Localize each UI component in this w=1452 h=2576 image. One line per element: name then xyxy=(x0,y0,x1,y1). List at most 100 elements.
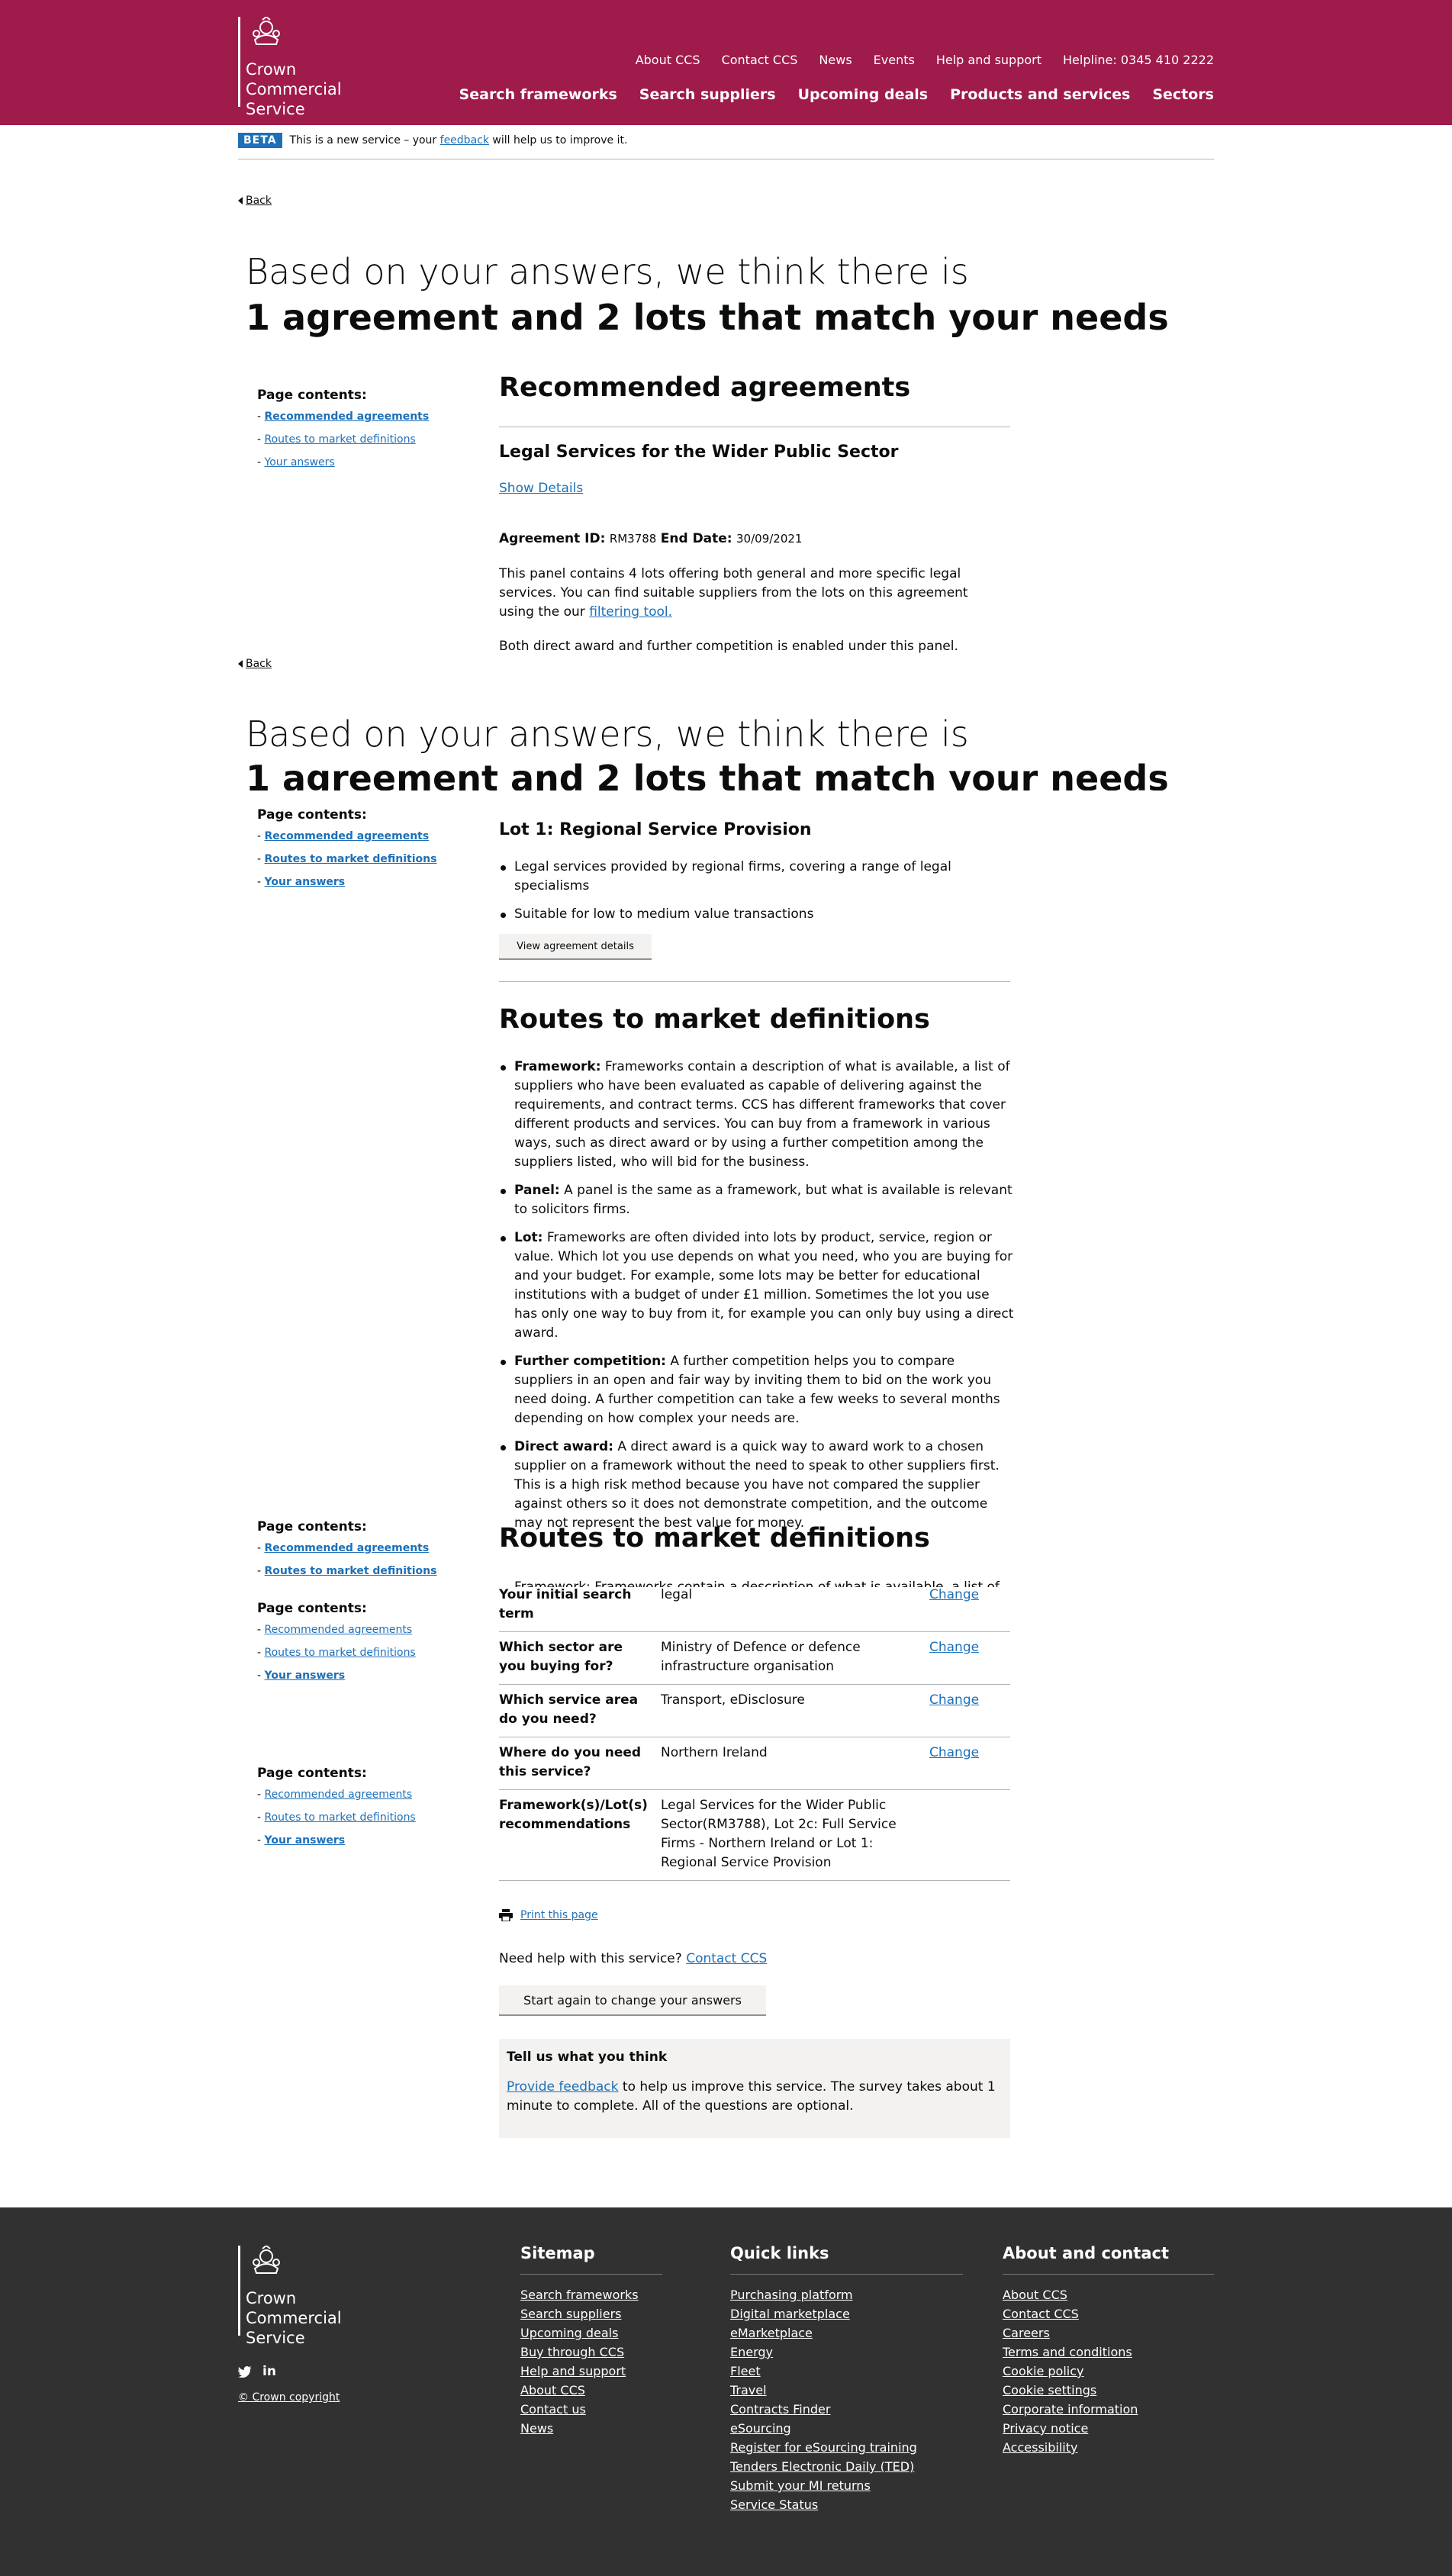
top-nav: About CCS Contact CCS News Events Help a… xyxy=(636,53,1214,67)
footer-link[interactable]: News xyxy=(520,2421,553,2436)
help-text: Need help with this service? Contact CCS xyxy=(499,1950,1003,1969)
change-link[interactable]: Change xyxy=(929,1745,979,1760)
start-again-button[interactable]: Start again to change your answers xyxy=(499,1985,766,2016)
footer-link[interactable]: eSourcing xyxy=(730,2421,791,2436)
footer-link[interactable]: Search suppliers xyxy=(520,2307,622,2321)
change-link[interactable]: Change xyxy=(929,1692,979,1708)
footer-link[interactable]: Register for eSourcing training xyxy=(730,2440,917,2455)
nav-upcoming-deals[interactable]: Upcoming deals xyxy=(798,86,929,103)
back-arrow-icon xyxy=(238,197,243,204)
page-contents-routes-link[interactable]: Routes to market definitions xyxy=(265,1565,437,1577)
route-item-panel: Panel: A panel is the same as a framewor… xyxy=(499,1181,1015,1219)
end-date-label: End Date: xyxy=(660,531,732,546)
site-header: Crown Commercial Service About CCS Conta… xyxy=(0,0,1452,125)
top-nav-contact[interactable]: Contact CCS xyxy=(722,53,798,67)
footer-link[interactable]: Corporate information xyxy=(1003,2402,1138,2417)
footer-link[interactable]: Energy xyxy=(730,2345,773,2359)
page-contents: Page contents: - Recommended agreements … xyxy=(257,1517,436,1583)
footer-link[interactable]: Search frameworks xyxy=(520,2288,639,2302)
page-contents-answers-link[interactable]: Your answers xyxy=(265,876,346,888)
footer-link[interactable]: Tenders Electronic Daily (TED) xyxy=(730,2459,914,2474)
footer-link[interactable]: Buy through CCS xyxy=(520,2345,624,2359)
hero-line-1: Based on your answers, we think there is xyxy=(246,251,969,292)
footer-link[interactable]: About CCS xyxy=(1003,2288,1067,2302)
page-contents-routes-link[interactable]: Routes to market definitions xyxy=(265,853,437,865)
footer-link[interactable]: Contact CCS xyxy=(1003,2307,1079,2321)
footer-link[interactable]: Digital marketplace xyxy=(730,2307,850,2321)
footer-link[interactable]: Fleet xyxy=(730,2364,761,2378)
printer-icon xyxy=(499,1909,513,1921)
routes-heading: Routes to market definitions xyxy=(499,1004,930,1035)
back-link[interactable]: Back xyxy=(238,195,272,207)
footer-link[interactable]: Cookie settings xyxy=(1003,2383,1096,2397)
page-contents-item: - Routes to market definitions xyxy=(257,433,416,446)
ccs-logo[interactable]: Crown Commercial Service xyxy=(238,15,342,118)
table-row: Your initial search term legal Change xyxy=(499,1579,1010,1632)
top-nav-helpline[interactable]: Helpline: 0345 410 2222 xyxy=(1063,53,1214,67)
nav-search-frameworks[interactable]: Search frameworks xyxy=(459,86,617,103)
page-contents-answers-link[interactable]: Your answers xyxy=(265,1670,346,1682)
agreement-meta: Agreement ID: RM3788 End Date: 30/09/202… xyxy=(499,530,1003,549)
page-contents-answers-link[interactable]: Your answers xyxy=(265,1834,346,1847)
nav-sectors[interactable]: Sectors xyxy=(1152,86,1214,103)
footer-link[interactable]: Help and support xyxy=(520,2364,626,2378)
page-contents-recommended-link[interactable]: Recommended agreements xyxy=(265,830,430,842)
filtering-tool-link[interactable]: filtering tool. xyxy=(589,604,672,620)
page-contents-heading: Page contents: xyxy=(257,1601,367,1616)
route-term: Direct award: xyxy=(514,1439,613,1454)
footer-link[interactable]: About CCS xyxy=(520,2383,585,2397)
back-arrow-icon xyxy=(238,660,243,668)
beta-tag: BETA xyxy=(238,133,282,148)
footer-link[interactable]: Upcoming deals xyxy=(520,2326,618,2340)
print-page[interactable]: Print this page xyxy=(499,1909,598,1921)
back-link[interactable]: Back xyxy=(238,658,272,670)
footer-link[interactable]: eMarketplace xyxy=(730,2326,813,2340)
change-link[interactable]: Change xyxy=(929,1640,979,1655)
footer-link[interactable]: Privacy notice xyxy=(1003,2421,1088,2436)
page-contents-answers-link[interactable]: Your answers xyxy=(265,456,335,469)
logo-line-3: Service xyxy=(246,100,305,118)
logo-line-1: Crown xyxy=(246,60,297,79)
view-agreement-details-button[interactable]: View agreement details xyxy=(499,934,652,960)
answers-table: Your initial search term legal Change Wh… xyxy=(499,1579,1010,1881)
footer-link[interactable]: Purchasing platform xyxy=(730,2288,853,2302)
print-link[interactable]: Print this page xyxy=(520,1909,598,1921)
footer-link[interactable]: Contracts Finder xyxy=(730,2402,830,2417)
footer-link[interactable]: Terms and conditions xyxy=(1003,2345,1132,2359)
lot-bullets: Legal services provided by regional firm… xyxy=(499,858,1015,933)
page-contents-recommended-link[interactable]: Recommended agreements xyxy=(265,1624,413,1636)
footer-link[interactable]: Travel xyxy=(730,2383,767,2397)
page-contents-recommended-link[interactable]: Recommended agreements xyxy=(265,1542,430,1554)
page-contents-recommended-link[interactable]: Recommended agreements xyxy=(265,411,430,423)
footer-link[interactable]: Careers xyxy=(1003,2326,1050,2340)
page-contents-routes-link[interactable]: Routes to market definitions xyxy=(265,1647,416,1659)
nav-products-services[interactable]: Products and services xyxy=(950,86,1130,103)
show-details-link[interactable]: Show Details xyxy=(499,481,583,496)
change-link[interactable]: Change xyxy=(929,1587,979,1602)
top-nav-about[interactable]: About CCS xyxy=(636,53,700,67)
top-nav-news[interactable]: News xyxy=(819,53,852,67)
twitter-icon[interactable] xyxy=(238,2365,252,2378)
page-contents-routes-link[interactable]: Routes to market definitions xyxy=(265,1811,416,1824)
route-text: Frameworks are often divided into lots b… xyxy=(514,1230,1014,1341)
footer-link[interactable]: Service Status xyxy=(730,2497,818,2512)
back-link-label: Back xyxy=(246,658,272,670)
provide-feedback-link[interactable]: Provide feedback xyxy=(507,2079,619,2095)
empty-cell xyxy=(929,1796,1010,1872)
page-contents-routes-link[interactable]: Routes to market definitions xyxy=(265,433,416,446)
nav-search-suppliers[interactable]: Search suppliers xyxy=(639,86,776,103)
contact-ccs-link[interactable]: Contact CCS xyxy=(686,1951,767,1966)
feedback-link[interactable]: feedback xyxy=(440,134,489,147)
crown-copyright-link[interactable]: © Crown copyright xyxy=(238,2391,340,2404)
page-contents-heading: Page contents: xyxy=(257,1766,367,1781)
page-contents-recommended-link[interactable]: Recommended agreements xyxy=(265,1789,413,1801)
routes-heading: Routes to market definitions xyxy=(499,1523,930,1554)
footer-link[interactable]: Accessibility xyxy=(1003,2440,1077,2455)
footer-link[interactable]: Contact us xyxy=(520,2402,586,2417)
top-nav-events[interactable]: Events xyxy=(874,53,915,67)
footer-ccs-logo[interactable]: Crown Commercial Service xyxy=(238,2244,342,2347)
top-nav-help[interactable]: Help and support xyxy=(936,53,1042,67)
linkedin-icon[interactable]: in xyxy=(262,2364,276,2379)
footer-link[interactable]: Submit your MI returns xyxy=(730,2478,871,2493)
footer-link[interactable]: Cookie policy xyxy=(1003,2364,1084,2378)
